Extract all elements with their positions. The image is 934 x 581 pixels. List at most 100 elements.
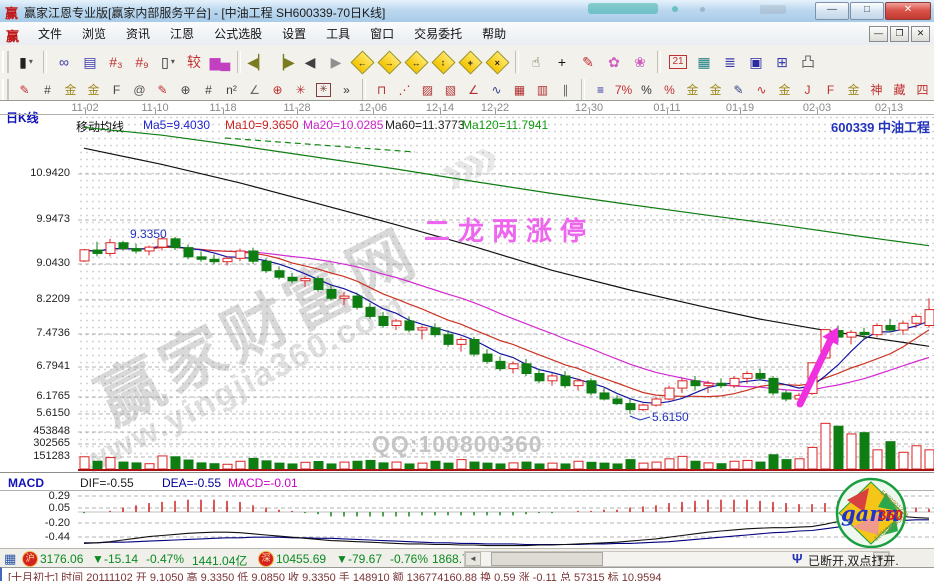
maximize-button[interactable]: □ bbox=[850, 2, 884, 20]
hatch-box-icon[interactable]: ▧ bbox=[439, 80, 462, 100]
gold-ratio-icon[interactable]: 金 bbox=[773, 80, 796, 100]
price-scale-icon[interactable]: ≡ bbox=[589, 80, 612, 100]
f-angle-icon[interactable]: F bbox=[819, 80, 842, 100]
hand-tool-icon[interactable]: ☝ bbox=[523, 49, 549, 75]
zoom-in-diamond-icon[interactable]: + bbox=[457, 49, 484, 75]
mdi-minimize-button[interactable]: — bbox=[869, 26, 888, 42]
brain-tool-icon[interactable]: ❀ bbox=[627, 49, 653, 75]
macd-indicator-label[interactable]: MACD bbox=[8, 476, 44, 490]
angle-tool-icon[interactable]: ∠ bbox=[243, 80, 266, 100]
flower-tool-icon[interactable]: ✿ bbox=[601, 49, 627, 75]
gann-curve-icon[interactable]: ∞ bbox=[51, 49, 77, 75]
close-button[interactable]: ✕ bbox=[885, 2, 931, 20]
square-n2-icon[interactable]: n² bbox=[220, 80, 243, 100]
minimize-button[interactable]: — bbox=[815, 2, 849, 20]
jump-last-icon[interactable]: ▕▶ bbox=[271, 49, 297, 75]
fan2-icon[interactable]: ∠ bbox=[462, 80, 485, 100]
price-pen-icon[interactable]: ✎ bbox=[727, 80, 750, 100]
color-histogram-icon[interactable]: ▆▄ bbox=[207, 49, 233, 75]
menu-item-交易委托[interactable]: 交易委托 bbox=[404, 23, 472, 44]
cang-angle-icon[interactable]: 藏 bbox=[888, 80, 911, 100]
parallel-lines-icon[interactable]: ∥ bbox=[554, 80, 577, 100]
scroll-left-diamond-icon[interactable]: ← bbox=[349, 49, 376, 75]
j-angle-icon[interactable]: J bbox=[796, 80, 819, 100]
calculator-icon[interactable]: ▦ bbox=[691, 49, 717, 75]
menu-item-资讯[interactable]: 资讯 bbox=[116, 23, 160, 44]
f10-report-icon[interactable]: ▤ bbox=[77, 49, 103, 75]
boxed-burst-icon[interactable]: ✳ bbox=[312, 80, 335, 100]
spiral-icon[interactable]: @ bbox=[128, 80, 151, 100]
step-back-icon[interactable]: ◀ bbox=[297, 49, 323, 75]
menu-item-窗口[interactable]: 窗口 bbox=[360, 23, 404, 44]
step-forward-icon[interactable]: ▶ bbox=[323, 49, 349, 75]
shaded-box-icon[interactable]: ▨ bbox=[416, 80, 439, 100]
gann-grid-icon[interactable]: # bbox=[36, 80, 59, 100]
menu-item-帮助[interactable]: 帮助 bbox=[472, 23, 516, 44]
period-kline-dropdown[interactable]: ▮▾ bbox=[13, 49, 39, 75]
menu-item-公式选股[interactable]: 公式选股 bbox=[204, 23, 272, 44]
quote-table-icon[interactable]: ▦ bbox=[4, 551, 16, 567]
fib-grid-icon[interactable]: F bbox=[105, 80, 128, 100]
wave-icon[interactable]: ∿ bbox=[750, 80, 773, 100]
candlestick-chart[interactable]: 9.33505.6150 bbox=[0, 114, 934, 472]
compare-icon[interactable]: 较 bbox=[181, 49, 207, 75]
ma3-icon[interactable]: #₃ bbox=[103, 49, 129, 75]
print-icon[interactable]: 凸 bbox=[795, 49, 821, 75]
annotate-pen-icon[interactable]: ✎ bbox=[575, 49, 601, 75]
save-icon[interactable]: ▣ bbox=[743, 49, 769, 75]
target-icon[interactable]: ⊕ bbox=[266, 80, 289, 100]
gold-lines-icon[interactable]: 金 bbox=[704, 80, 727, 100]
app-logo-icon: 赢 bbox=[5, 3, 18, 22]
toolbar-grip[interactable] bbox=[2, 79, 9, 101]
gold-grid-icon[interactable]: 金 bbox=[59, 80, 82, 100]
crosshair-tool-icon[interactable]: + bbox=[549, 49, 575, 75]
connection-antenna-icon[interactable]: Ψ bbox=[792, 551, 803, 566]
shen-angle-icon[interactable]: 神 bbox=[865, 80, 888, 100]
notepad-icon[interactable]: ≣ bbox=[717, 49, 743, 75]
zoom-all-diamond-icon[interactable]: ↕ bbox=[430, 49, 457, 75]
menu-item-工具[interactable]: 工具 bbox=[316, 23, 360, 44]
export-icon[interactable]: ⊞ bbox=[769, 49, 795, 75]
dea-value: DEA=-0.55 bbox=[162, 476, 221, 490]
gold-circle-icon[interactable]: 金 bbox=[681, 80, 704, 100]
corner-grid-icon[interactable]: ▥ bbox=[531, 80, 554, 100]
mdi-restore-button[interactable]: ❐ bbox=[890, 26, 909, 42]
dense-grid-icon[interactable]: ▦ bbox=[508, 80, 531, 100]
scroll-right-diamond-icon[interactable]: → bbox=[376, 49, 403, 75]
si-angle-icon[interactable]: 四 bbox=[911, 80, 934, 100]
macd-chart[interactable] bbox=[0, 490, 934, 548]
grid-plain-icon[interactable]: # bbox=[197, 80, 220, 100]
menu-item-设置[interactable]: 设置 bbox=[272, 23, 316, 44]
zoom-horizontal-diamond-icon[interactable]: ↔ bbox=[403, 49, 430, 75]
mdi-close-button[interactable]: ✕ bbox=[911, 26, 930, 42]
fan-lines-icon[interactable]: ⋰ bbox=[393, 80, 416, 100]
calendar-icon[interactable]: 21 bbox=[665, 49, 691, 75]
percent7-icon[interactable]: 7% bbox=[612, 80, 635, 100]
menu-item-文件[interactable]: 文件 bbox=[28, 23, 72, 44]
gold-grid2-icon[interactable]: 金 bbox=[82, 80, 105, 100]
scrollbar-thumb[interactable] bbox=[491, 552, 603, 566]
application-window: 赢 赢家江恩专业版[赢家内部服务平台] - [中油工程 SH600339-70日… bbox=[0, 0, 934, 580]
gann-box-icon[interactable]: ⊓ bbox=[370, 80, 393, 100]
zoom-out-diamond-icon[interactable]: × bbox=[484, 49, 511, 75]
starburst-icon[interactable]: ✳ bbox=[289, 80, 312, 100]
pencil-icon[interactable]: ✎ bbox=[151, 80, 174, 100]
toolbar-separator bbox=[581, 79, 585, 101]
scroll-left-arrow-icon[interactable]: ◄ bbox=[465, 552, 481, 566]
more-tools-chevron[interactable]: » bbox=[335, 80, 358, 100]
toolbar-grip[interactable] bbox=[2, 51, 9, 73]
title-bar[interactable]: 赢 赢家江恩专业版[赢家内部服务平台] - [中油工程 SH600339-70日… bbox=[0, 0, 934, 23]
brush-icon[interactable]: ✎ bbox=[13, 80, 36, 100]
ma9-icon[interactable]: #₉ bbox=[129, 49, 155, 75]
menu-item-浏览[interactable]: 浏览 bbox=[72, 23, 116, 44]
candle-style-dropdown[interactable]: ▯▾ bbox=[155, 49, 181, 75]
titlebar-watermark-dot bbox=[672, 6, 678, 12]
gold-angle-icon[interactable]: 金 bbox=[842, 80, 865, 100]
sz-down-arrow-icon: ▼ bbox=[336, 552, 348, 566]
percent-line-icon[interactable]: % bbox=[658, 80, 681, 100]
jump-first-icon[interactable]: ◀▏ bbox=[245, 49, 271, 75]
gann-wheel-icon[interactable]: ⊕ bbox=[174, 80, 197, 100]
menu-item-江恩[interactable]: 江恩 bbox=[160, 23, 204, 44]
percent-icon[interactable]: % bbox=[635, 80, 658, 100]
zigzag-icon[interactable]: ∿ bbox=[485, 80, 508, 100]
